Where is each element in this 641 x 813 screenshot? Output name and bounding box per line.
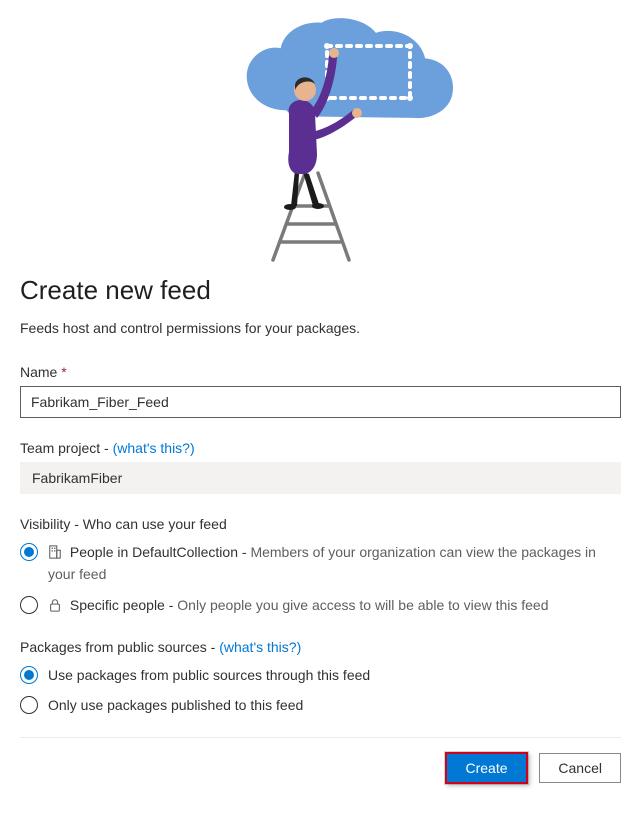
required-asterisk: *: [61, 364, 66, 380]
radio-only-published[interactable]: [20, 696, 38, 714]
team-project-label-text: Team project -: [20, 440, 109, 456]
name-field: Name *: [20, 364, 621, 418]
name-label-text: Name: [20, 364, 57, 380]
public-sources-option-only[interactable]: Only use packages published to this feed: [20, 695, 621, 715]
public-sources-section: Packages from public sources - (what's t…: [20, 639, 621, 716]
radio-use-public[interactable]: [20, 666, 38, 684]
team-project-field: Team project - (what's this?) FabrikamFi…: [20, 440, 621, 494]
cancel-button[interactable]: Cancel: [539, 753, 621, 783]
footer-divider: [20, 737, 621, 738]
lock-icon: [48, 597, 62, 617]
visibility-label: Visibility - Who can use your feed: [20, 516, 621, 532]
dialog-footer: Create Cancel: [20, 752, 621, 784]
visibility-option-specific-strong: Specific people -: [70, 597, 174, 613]
visibility-option-specific[interactable]: Specific people - Only people you give a…: [20, 595, 621, 617]
radio-collection[interactable]: [20, 543, 38, 561]
visibility-option-specific-desc: Only people you give access to will be a…: [177, 597, 548, 613]
public-sources-option-only-label: Only use packages published to this feed: [48, 695, 621, 715]
team-project-value: FabrikamFiber: [20, 462, 621, 494]
radio-specific[interactable]: [20, 596, 38, 614]
cloud-person-illustration-icon: [171, 6, 471, 264]
page-subtitle: Feeds host and control permissions for y…: [20, 320, 621, 336]
name-input[interactable]: [20, 386, 621, 418]
page-title: Create new feed: [20, 275, 621, 306]
team-project-label: Team project - (what's this?): [20, 440, 621, 456]
visibility-option-collection-strong: People in DefaultCollection -: [70, 544, 247, 560]
public-sources-label-text: Packages from public sources -: [20, 639, 215, 655]
org-icon: [48, 544, 62, 564]
name-label: Name *: [20, 364, 621, 380]
public-sources-label: Packages from public sources - (what's t…: [20, 639, 621, 655]
public-sources-option-use-label: Use packages from public sources through…: [48, 665, 621, 685]
visibility-section: Visibility - Who can use your feed Peopl…: [20, 516, 621, 617]
create-button[interactable]: Create: [445, 752, 527, 784]
team-project-whats-this-link[interactable]: (what's this?): [113, 440, 195, 456]
visibility-option-collection[interactable]: People in DefaultCollection - Members of…: [20, 542, 621, 585]
hero-illustration: [20, 0, 621, 267]
public-sources-whats-this-link[interactable]: (what's this?): [219, 639, 301, 655]
public-sources-option-use[interactable]: Use packages from public sources through…: [20, 665, 621, 685]
